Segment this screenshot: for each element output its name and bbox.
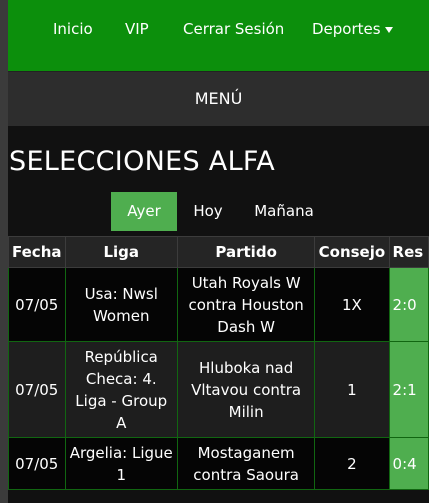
table-row: 07/05 Argelia: Ligue 1 Mostaganem contra… [8,437,429,490]
cell-liga: Usa: Nwsl Women [64,267,178,342]
caret-down-icon [384,26,393,33]
cell-res: 2:1 [388,341,429,438]
table-header-row: Fecha Liga Partido Consejo Res [8,236,429,268]
table-row: 07/05 Usa: Nwsl Women Utah Royals W cont… [8,267,429,342]
nav-deportes[interactable]: Deportes [312,20,393,38]
cell-partido: Hluboka nad Vltavou contra Milin [176,341,316,438]
cell-res: 2:0 [388,267,429,342]
nav-inicio[interactable]: Inicio [53,20,93,38]
selections-table: Fecha Liga Partido Consejo Res 07/05 Usa… [8,236,429,490]
header-liga: Liga [64,236,178,268]
cell-consejo: 1X [314,267,390,342]
nav-cerrar-sesion[interactable]: Cerrar Sesión [183,20,284,38]
header-partido: Partido [176,236,316,268]
cell-consejo: 1 [314,341,390,438]
header-res: Res [388,236,429,268]
cell-consejo: 2 [314,437,390,490]
table-row: 07/05 República Checa: 4. Liga - Group A… [8,341,429,438]
left-strip [0,0,8,503]
tab-ayer[interactable]: Ayer [111,192,177,231]
cell-res: 0:4 [388,437,429,490]
tab-manana[interactable]: Mañana [245,192,323,231]
menu-label: MENÚ [194,89,243,108]
header-consejo: Consejo [314,236,390,268]
cell-partido: Utah Royals W contra Houston Dash W [176,267,316,342]
menu-toggle[interactable]: MENÚ [8,71,429,126]
cell-liga: República Checa: 4. Liga - Group A [64,341,178,438]
cell-fecha: 07/05 [8,341,66,438]
tab-hoy[interactable]: Hoy [183,192,233,231]
nav-vip[interactable]: VIP [125,20,149,38]
page-title: SELECCIONES ALFA [9,146,276,177]
cell-partido: Mostaganem contra Saoura [176,437,316,490]
cell-fecha: 07/05 [8,437,66,490]
top-navigation: Inicio VIP Cerrar Sesión Deportes [8,0,429,71]
nav-deportes-label: Deportes [312,20,381,38]
cell-liga: Argelia: Ligue 1 [64,437,178,490]
header-fecha: Fecha [8,236,66,268]
cell-fecha: 07/05 [8,267,66,342]
